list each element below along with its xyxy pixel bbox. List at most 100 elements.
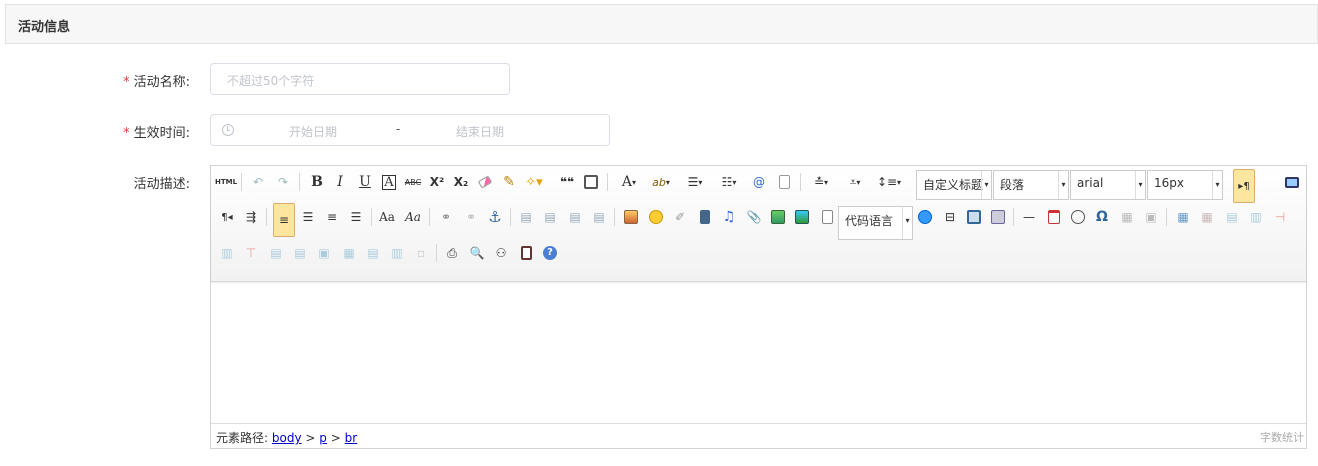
split-cells-icon[interactable]: ▦ xyxy=(339,243,359,263)
emotion-icon[interactable] xyxy=(646,207,666,227)
help-icon[interactable]: ? xyxy=(540,243,560,263)
delete-row-icon[interactable]: ⊣ xyxy=(1270,207,1290,227)
path-br-link[interactable]: br xyxy=(345,431,358,445)
insert-table-icon[interactable]: ▦ xyxy=(1173,207,1193,227)
required-mark: * xyxy=(123,126,130,141)
font-size-select[interactable]: 16px ▾ xyxy=(1147,170,1223,200)
simple-upload-icon[interactable] xyxy=(621,207,641,227)
split-rows-icon[interactable]: ▤ xyxy=(363,243,383,263)
ordered-list-icon[interactable]: ☰ ▾ xyxy=(681,172,709,192)
justify-center-icon[interactable]: ☰ xyxy=(298,207,318,227)
wordimage-icon[interactable]: ▣ xyxy=(1141,207,1161,227)
link-icon[interactable]: ⚭ xyxy=(436,207,456,227)
code-language-select[interactable]: 代码语言 ▾ xyxy=(838,206,913,240)
end-date-input[interactable]: 结束日期 xyxy=(456,123,504,140)
custom-title-select[interactable]: 自定义标题 ▾ xyxy=(916,170,992,200)
rich-text-editor: HTML ↶ ↷ B I U A ABC X² X₂ ✎ ✧▾ ❝❝ A ▾ ab… xyxy=(210,165,1307,449)
scrawl-icon[interactable]: ✐ xyxy=(670,207,690,227)
path-body-link[interactable]: body xyxy=(272,431,302,445)
path-p-link[interactable]: p xyxy=(319,431,327,445)
indent-icon[interactable]: ⇶ xyxy=(241,207,261,227)
date-icon[interactable] xyxy=(1044,207,1064,227)
binoculars-icon[interactable]: ⚇ xyxy=(491,243,511,263)
font-border-button[interactable]: A xyxy=(379,172,399,192)
page-break-icon[interactable] xyxy=(817,207,837,227)
row-spacing-bottom-icon[interactable]: ⩡ ▾ xyxy=(842,172,868,192)
underline-button[interactable]: U xyxy=(355,172,375,192)
source-html-button[interactable]: HTML xyxy=(215,172,237,192)
format-painter-icon[interactable]: ✎ xyxy=(499,172,519,192)
insert-row-icon[interactable]: ▥ xyxy=(1246,207,1266,227)
backcolor-button[interactable]: ab ▾ xyxy=(647,172,675,192)
forecolor-button[interactable]: A ▾ xyxy=(615,172,643,192)
activity-name-label: * 活动名称: xyxy=(123,75,190,90)
time-icon[interactable] xyxy=(1068,207,1088,227)
preview-icon[interactable] xyxy=(1282,172,1302,192)
merge-cells-icon[interactable]: ▤ xyxy=(266,243,286,263)
date-range-picker[interactable]: 开始日期 - 结束日期 xyxy=(210,114,610,146)
word-image-icon[interactable] xyxy=(988,207,1008,227)
image-center-icon[interactable]: ▤ xyxy=(589,207,609,227)
justify-full-icon[interactable]: ☰ xyxy=(346,207,366,227)
editor-statusbar: 元素路径: body > p > br 字数统计 xyxy=(211,423,1306,448)
image-right-icon[interactable]: ▤ xyxy=(565,207,585,227)
horizontal-rule-button[interactable]: — xyxy=(1019,207,1039,227)
paste-plain-icon[interactable] xyxy=(581,172,601,192)
template-icon[interactable]: ⊟ xyxy=(940,207,960,227)
italic-button[interactable]: I xyxy=(330,172,350,192)
delete-col-icon[interactable]: ⊤ xyxy=(241,243,261,263)
special-chars-button[interactable]: Ω xyxy=(1092,207,1112,227)
tolowercase-icon[interactable]: Aa xyxy=(403,207,423,227)
select-all-icon[interactable]: @ xyxy=(749,172,769,192)
background-icon[interactable] xyxy=(964,207,984,227)
section-header: 活动信息 xyxy=(5,4,1318,44)
image-none-icon[interactable]: ▤ xyxy=(516,207,536,227)
insert-col-icon[interactable]: ▥ xyxy=(217,243,237,263)
justify-right-icon[interactable]: ≡ xyxy=(322,207,342,227)
merge-right-icon[interactable]: ▤ xyxy=(290,243,310,263)
music-icon[interactable]: ♫ xyxy=(719,207,739,227)
justify-left-button[interactable]: ≡ xyxy=(273,203,295,237)
delete-table-icon[interactable]: ▦ xyxy=(1197,207,1217,227)
date-separator: - xyxy=(396,122,401,136)
subscript-button[interactable]: X₂ xyxy=(451,172,471,192)
web-icon[interactable] xyxy=(915,207,935,227)
split-cols-icon[interactable]: ▥ xyxy=(387,243,407,263)
insert-paragraph-before-table-icon[interactable]: ▤ xyxy=(1222,207,1242,227)
merge-down-icon[interactable]: ▣ xyxy=(314,243,334,263)
touppercase-icon[interactable]: Aa xyxy=(377,207,397,227)
paragraph-select[interactable]: 段落 ▾ xyxy=(993,170,1069,200)
attachment-icon[interactable]: 📎 xyxy=(744,207,764,227)
direction-rtl-button[interactable]: ¶◂ xyxy=(217,207,237,227)
start-date-input[interactable]: 开始日期 xyxy=(289,123,337,140)
superscript-button[interactable]: X² xyxy=(427,172,447,192)
anchor-icon[interactable]: ⚓ xyxy=(485,207,505,227)
direction-ltr-button[interactable]: ▸¶ xyxy=(1233,169,1255,203)
activity-name-input[interactable]: 不超过50个字符 xyxy=(210,63,510,95)
undo-icon[interactable]: ↶ xyxy=(248,172,268,192)
insert-video-icon[interactable] xyxy=(695,207,715,227)
map-icon[interactable] xyxy=(792,207,812,227)
blockquote-button[interactable]: ❝❝ xyxy=(557,172,577,192)
section-title: 活动信息 xyxy=(18,20,71,35)
unlink-icon[interactable]: ⚭ xyxy=(461,207,481,227)
editor-content-area[interactable] xyxy=(211,282,1306,424)
image-left-icon[interactable]: ▤ xyxy=(540,207,560,227)
insert-frame-icon[interactable] xyxy=(768,207,788,227)
eraser-icon[interactable] xyxy=(475,172,495,192)
snapscreen-icon[interactable]: ▦ xyxy=(1117,207,1137,227)
chart-icon[interactable]: ▫ xyxy=(411,243,431,263)
font-family-select[interactable]: arial ▾ xyxy=(1070,170,1146,200)
line-height-icon[interactable]: ↕≡ ▾ xyxy=(875,172,903,192)
row-spacing-top-icon[interactable]: ≛ ▾ xyxy=(808,172,834,192)
bold-button[interactable]: B xyxy=(307,172,327,192)
drafts-icon[interactable] xyxy=(516,243,536,263)
word-count: 字数统计 xyxy=(1260,431,1304,444)
redo-icon[interactable]: ↷ xyxy=(273,172,293,192)
search-replace-icon[interactable]: 🔍 xyxy=(467,243,487,263)
strikethrough-button[interactable]: ABC xyxy=(403,172,423,192)
print-icon[interactable]: ⎙ xyxy=(442,243,462,263)
unordered-list-icon[interactable]: ☷ ▾ xyxy=(715,172,743,192)
auto-typeset-icon[interactable]: ✧▾ xyxy=(524,172,544,192)
clear-doc-icon[interactable] xyxy=(774,172,794,192)
